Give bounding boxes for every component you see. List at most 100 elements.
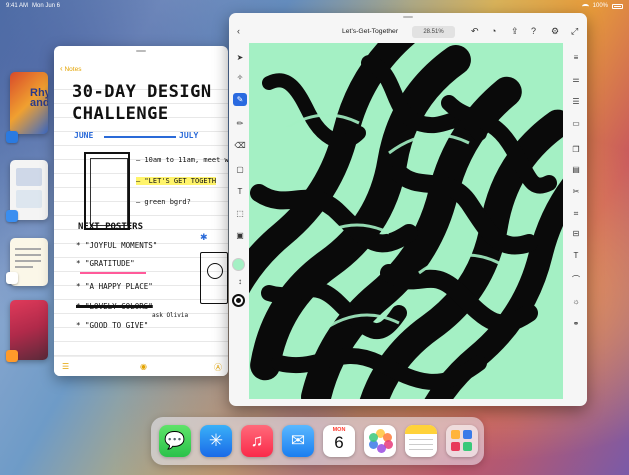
duplicate-icon[interactable]: ❐ — [569, 143, 583, 156]
app-library-icon[interactable] — [446, 425, 478, 457]
calendar-app-icon[interactable]: MON 6 — [323, 425, 355, 457]
camera-icon[interactable]: ◉ — [140, 362, 147, 371]
mini-app-icon — [463, 442, 472, 451]
comment-icon[interactable]: ▭ — [569, 117, 583, 130]
app-icon — [6, 350, 18, 362]
thumbnail-line — [15, 260, 41, 262]
sliders-icon[interactable]: ⚌ — [569, 73, 583, 86]
wand-tool-icon[interactable]: ✧ — [233, 71, 247, 84]
speech-bubble-icon: 💬 — [164, 431, 186, 450]
thumbnail-card — [16, 190, 42, 208]
settings-icon[interactable]: ⚙ — [551, 26, 559, 37]
checklist-icon[interactable]: ☰ — [62, 362, 69, 371]
help-icon[interactable]: ? — [531, 26, 536, 36]
notes-window[interactable]: ‹ Notes 30-DAY DESIGN CHALLENGE JUNE JUL… — [54, 46, 228, 376]
lettering-artwork — [249, 43, 563, 399]
poster-sketch — [84, 152, 130, 230]
drawing-canvas[interactable] — [249, 43, 563, 399]
battery-percent: 100% — [592, 3, 608, 9]
pen-tool-icon[interactable]: ✎ — [233, 93, 247, 106]
mail-app-icon — [6, 210, 18, 222]
note-item-highlighted: — "LET'S GET TOGETH — [136, 177, 217, 185]
status-right: 100% — [581, 3, 623, 9]
thumbnail-line — [15, 266, 33, 268]
curve-icon[interactable]: ⌒ — [569, 273, 583, 286]
note-poster-item: * "GOOD TO GIVE" — [76, 321, 149, 330]
safari-app-icon — [6, 272, 18, 284]
thumbnail-line — [15, 254, 41, 256]
drawing-app-window[interactable]: ‹ Let's-Get-Together 28.51% ↶ ◔ ⇪ ? ⚙ ⤢ — [229, 13, 587, 406]
shape-tool-icon[interactable]: ▢ — [233, 163, 247, 176]
notes-lines — [409, 439, 433, 440]
scissors-icon[interactable]: ✂ — [569, 185, 583, 198]
layers-icon[interactable]: ≡ — [569, 51, 583, 64]
stage-thumbnail-keynote[interactable]: Rhythm and Bl — [10, 72, 48, 134]
music-app-icon[interactable]: ♫ — [241, 425, 273, 457]
user-icon[interactable]: ◔ — [491, 26, 496, 36]
mail-app-icon[interactable]: ✉ — [282, 425, 314, 457]
back-chevron-icon[interactable]: ‹ — [237, 26, 240, 36]
undo-icon[interactable]: ↶ — [471, 26, 479, 37]
note-poster-item-struck: * "LOVELY COLORS" — [76, 302, 153, 311]
text-tool-icon[interactable]: T — [233, 185, 247, 198]
dock: 💬 ✳ ♫ ✉ MON 6 — [151, 417, 484, 465]
compass-icon: ✳ — [208, 431, 224, 450]
status-time: 9:41 AM — [6, 3, 29, 9]
pencil-tool-icon[interactable]: ✏ — [233, 117, 247, 130]
photos-app-icon[interactable] — [364, 425, 396, 457]
notes-app-icon[interactable] — [405, 425, 437, 457]
align-icon[interactable]: ⊟ — [569, 227, 583, 240]
note-july: JULY — [179, 131, 199, 140]
note-title-line2: CHALLENGE — [72, 104, 169, 124]
chevron-left-icon: ‹ — [60, 64, 63, 73]
note-item: — 10am to 11am, meet with — [136, 156, 228, 164]
window-grabber[interactable] — [136, 50, 146, 52]
bulb-icon[interactable]: ☼ — [569, 295, 583, 308]
note-title-line1: 30-DAY DESIGN — [72, 82, 212, 102]
size-tool-icon[interactable]: ↕ — [233, 275, 247, 288]
calendar-date: 6 — [334, 433, 344, 452]
brush-size-icon[interactable] — [232, 294, 245, 307]
messages-app-icon[interactable]: 💬 — [159, 425, 191, 457]
mini-app-icon — [463, 430, 472, 439]
transform-tool-icon[interactable]: ⬚ — [233, 207, 247, 220]
link-icon[interactable]: ⚭ — [569, 317, 583, 330]
wifi-icon — [581, 3, 589, 9]
eraser-tool-icon[interactable]: ⌫ — [233, 139, 247, 152]
note-june: JUNE — [74, 131, 94, 140]
portrait-doodle — [200, 252, 228, 304]
markup-icon[interactable]: Ⓐ — [214, 362, 222, 373]
notes-back-button[interactable]: ‹ Notes — [60, 64, 81, 73]
status-date: Mon Jun 6 — [32, 3, 61, 9]
status-bar: 9:41 AM Mon Jun 6 100% — [0, 0, 629, 12]
photos-petal — [377, 444, 386, 453]
underline-mark — [80, 272, 146, 274]
note-poster-item: * "JOYFUL MOMENTS" — [76, 241, 158, 250]
mini-app-icon — [451, 430, 460, 439]
back-label: Notes — [64, 66, 82, 73]
document-title[interactable]: Let's-Get-Together — [342, 28, 398, 35]
gallery-icon[interactable]: ▤ — [569, 163, 583, 176]
window-grabber[interactable] — [403, 16, 413, 18]
type-icon[interactable]: T — [569, 249, 583, 262]
zoom-level[interactable]: 28.51% — [412, 26, 455, 38]
safari-app-icon[interactable]: ✳ — [200, 425, 232, 457]
color-swatch[interactable] — [232, 258, 245, 271]
mini-app-icon — [451, 442, 460, 451]
grid-icon[interactable]: ⌗ — [569, 207, 583, 220]
list-icon[interactable]: ☰ — [569, 95, 583, 108]
timeline-line — [104, 136, 176, 138]
select-tool-icon[interactable]: ➤ — [233, 51, 247, 64]
music-note-icon: ♫ — [250, 431, 264, 450]
image-tool-icon[interactable]: ▣ — [233, 229, 247, 242]
battery-icon — [612, 3, 623, 9]
photos-petal — [369, 433, 378, 442]
thumbnail-line — [15, 248, 41, 250]
note-item: — green bgrd? — [136, 198, 191, 206]
drawing-toolbar: ‹ Let's-Get-Together 28.51% ↶ ◔ ⇪ ? ⚙ ⤢ — [229, 21, 587, 43]
note-poster-item: * "GRATITUDE" — [76, 259, 135, 268]
share-icon[interactable]: ⇪ — [511, 26, 519, 37]
notes-stripe — [405, 425, 437, 434]
expand-icon[interactable]: ⤢ — [571, 26, 578, 37]
note-poster-item: * "A HAPPY PLACE" — [76, 282, 153, 291]
